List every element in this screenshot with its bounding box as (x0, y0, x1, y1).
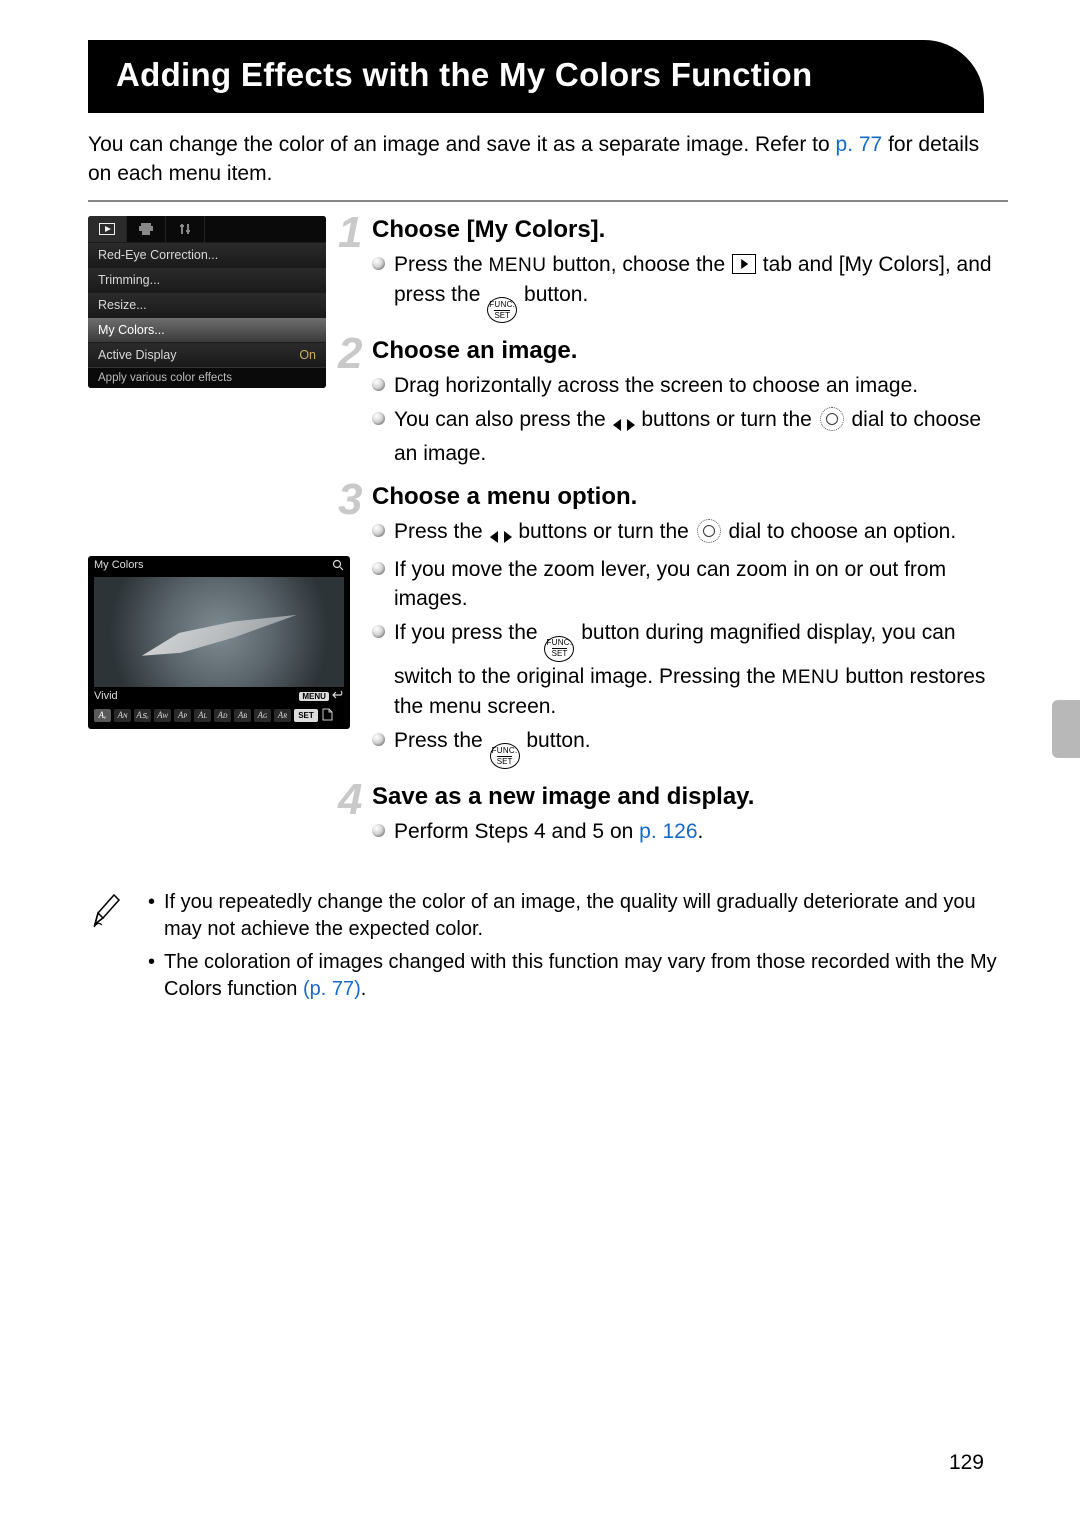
control-dial-glyph (820, 407, 844, 431)
func-set-button-glyph: FUNC.SET (544, 636, 574, 662)
color-mode-chip: Aᵥ (94, 709, 111, 722)
step-title: Choose [My Colors]. (372, 216, 1008, 244)
manual-page: Adding Effects with the My Colors Functi… (0, 0, 1080, 1521)
step: 3Choose a menu option.Press the buttons … (372, 483, 1008, 769)
page-title: Adding Effects with the My Colors Functi… (88, 40, 984, 113)
menu-button-glyph: MENU (782, 665, 840, 692)
camera-menu-items: Red-Eye Correction...Trimming...Resize..… (88, 242, 326, 367)
note-item: If you repeatedly change the color of an… (148, 889, 1008, 943)
camera-menu-item: My Colors... (88, 317, 326, 342)
step-bullet: Drag horizontally across the screen to c… (372, 371, 1008, 401)
left-right-buttons-glyph (489, 521, 513, 551)
step: 2Choose an image.Drag horizontally acros… (372, 337, 1008, 468)
step-bullet: You can also press the buttons or turn t… (372, 405, 1008, 469)
control-dial-glyph (697, 519, 721, 543)
step-bullet: Perform Steps 4 and 5 on p. 126. (372, 817, 1008, 847)
func-set-button-glyph: FUNC.SET (487, 297, 517, 323)
step-number: 1 (338, 208, 361, 258)
page-ref-link[interactable]: p. 126 (639, 820, 697, 843)
new-file-icon (321, 708, 333, 724)
section-tab (1052, 700, 1080, 758)
step-bullets: Press the buttons or turn the dial to ch… (372, 517, 1008, 769)
camera-menu-item: Red-Eye Correction... (88, 242, 326, 267)
pencil-note-icon (88, 889, 124, 936)
step-title: Save as a new image and display. (372, 783, 1008, 811)
step: 4Save as a new image and display.Perform… (372, 783, 1008, 847)
color-mode-chip: Aɴ (114, 709, 131, 722)
preview-title: My Colors (94, 559, 144, 574)
camera-menu-item: Active DisplayOn (88, 342, 326, 367)
camera-menu-item: Trimming... (88, 267, 326, 292)
preview-option-strip: AᵥAɴAꜱₑAᴡAᴘAʟAᴅAʙAɢAʀSET (88, 705, 350, 729)
color-mode-chip: Aɢ (254, 709, 271, 722)
color-mode-chip: Aᴘ (174, 709, 191, 722)
color-mode-chip: Aʀ (274, 709, 291, 722)
note-item: The coloration of images changed with th… (148, 949, 1008, 1003)
step-bullet: If you press the FUNC.SET button during … (372, 618, 1008, 721)
step-bullet: If you move the zoom lever, you can zoom… (372, 555, 1008, 615)
step-bullet: Press the buttons or turn the dial to ch… (372, 517, 1008, 551)
page-number: 129 (949, 1451, 984, 1475)
print-tab-icon (127, 216, 166, 242)
camera-preview-screenshot: My Colors Vivid MENU AᵥAɴAꜱₑAᴡAᴘAʟAᴅAʙAɢ… (88, 556, 350, 729)
camera-menu-screenshot: Red-Eye Correction...Trimming...Resize..… (88, 216, 326, 388)
steps-column: 1Choose [My Colors].Press the MENU butto… (372, 216, 1008, 861)
left-right-buttons-glyph (612, 409, 636, 439)
page-ref-link[interactable]: p. 77 (836, 133, 883, 156)
step-bullets: Perform Steps 4 and 5 on p. 126. (372, 817, 1008, 847)
step-bullets: Press the MENU button, choose the tab an… (372, 250, 1008, 323)
camera-menu-item: Resize... (88, 292, 326, 317)
step-number: 3 (338, 475, 361, 525)
preview-menu-label: MENU (299, 692, 329, 701)
color-mode-chip: Aʟ (194, 709, 211, 722)
color-mode-chip: Aᴅ (214, 709, 231, 722)
color-mode-chip: Aʙ (234, 709, 251, 722)
intro-paragraph: You can change the color of an image and… (88, 131, 1008, 188)
camera-menu-footer: Apply various color effects (88, 367, 326, 388)
color-mode-chip: Aꜱₑ (134, 709, 151, 722)
left-column: Red-Eye Correction...Trimming...Resize..… (88, 216, 350, 861)
notes-list: If you repeatedly change the color of an… (148, 889, 1008, 1009)
func-set-button-glyph: FUNC.SET (490, 743, 520, 769)
step-title: Choose a menu option. (372, 483, 1008, 511)
magnify-icon (332, 559, 344, 574)
notes-section: If you repeatedly change the color of an… (88, 889, 1008, 1009)
menu-button-glyph: MENU (489, 253, 547, 280)
preview-image (94, 577, 344, 687)
step-bullets: Drag horizontally across the screen to c… (372, 371, 1008, 468)
content-columns: Red-Eye Correction...Trimming...Resize..… (88, 216, 1008, 861)
step-bullet: Press the MENU button, choose the tab an… (372, 250, 1008, 323)
step-title: Choose an image. (372, 337, 1008, 365)
back-icon (332, 690, 344, 700)
playback-tab-icon (88, 216, 127, 242)
color-mode-chip: Aᴡ (154, 709, 171, 722)
step: 1Choose [My Colors].Press the MENU butto… (372, 216, 1008, 323)
step-number: 4 (338, 775, 361, 825)
tools-tab-icon (166, 216, 205, 242)
playback-tab-glyph (732, 254, 756, 274)
intro-text-a: You can change the color of an image and… (88, 133, 836, 156)
preview-set-label: SET (294, 709, 318, 722)
page-ref-link[interactable]: (p. 77) (303, 978, 361, 1000)
camera-menu-tabs (88, 216, 326, 242)
step-bullet: Press the FUNC.SET button. (372, 726, 1008, 770)
step-number: 2 (338, 329, 361, 379)
preview-option-label: Vivid (94, 690, 118, 702)
divider (88, 200, 1008, 202)
